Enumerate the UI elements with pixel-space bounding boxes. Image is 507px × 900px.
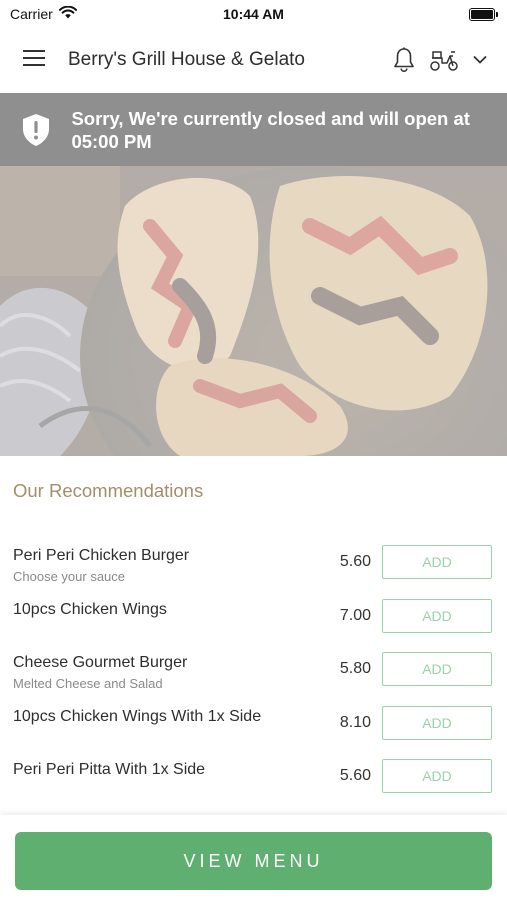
view-menu-button[interactable]: VIEW MENU (15, 832, 492, 890)
shield-alert-icon (0, 113, 71, 147)
list-item: Cheese Gourmet Burger Melted Cheese and … (0, 647, 507, 701)
menu-button[interactable] (0, 28, 68, 92)
bell-icon[interactable] (393, 47, 415, 73)
item-price: 5.60 (339, 767, 371, 784)
status-bar: Carrier 10:44 AM (0, 0, 507, 28)
item-description: Melted Cheese and Salad (13, 676, 163, 691)
bottom-bar: VIEW MENU (0, 815, 507, 900)
item-name: Peri Peri Pitta With 1x Side (13, 761, 206, 778)
add-button[interactable]: ADD (382, 598, 492, 633)
battery-icon (469, 7, 498, 21)
item-description: Choose your sauce (13, 569, 126, 584)
header-actions (393, 47, 507, 73)
item-price: 7.00 (339, 606, 371, 624)
item-name: Peri Peri Chicken Burger (13, 547, 190, 564)
item-name: 10pcs Chicken Wings (13, 600, 167, 618)
closed-banner: Sorry, We're currently closed and will o… (0, 93, 507, 166)
item-price: 5.60 (339, 553, 371, 570)
item-name: Cheese Gourmet Burger (13, 654, 188, 671)
list-item: 10pcs Chicken Wings With 1x Side 8.10 AD… (0, 701, 507, 755)
list-item: 10pcs Chicken Wings 7.00 ADD (0, 594, 507, 648)
item-price: 8.10 (339, 713, 371, 731)
app-header: Berry's Grill House & Gelato (0, 28, 507, 92)
status-time: 10:44 AM (223, 6, 284, 22)
recommendations-list: Peri Peri Chicken Burger Choose your sau… (0, 540, 507, 808)
item-name: 10pcs Chicken Wings With 1x Side (13, 707, 262, 725)
add-button[interactable]: ADD (382, 545, 492, 579)
hero-food-image (0, 166, 507, 456)
closed-message: Sorry, We're currently closed and will o… (71, 107, 470, 152)
restaurant-title: Berry's Grill House & Gelato (68, 49, 305, 70)
add-button[interactable]: ADD (382, 759, 492, 793)
item-price: 5.80 (339, 660, 371, 677)
hamburger-menu-icon (23, 49, 45, 71)
recommendations-title: Our Recommendations (13, 480, 204, 501)
add-button[interactable]: ADD (382, 705, 492, 740)
list-item: Peri Peri Pitta With 1x Side 5.60 ADD (0, 754, 507, 808)
list-item: Peri Peri Chicken Burger Choose your sau… (0, 540, 507, 594)
chevron-down-icon[interactable] (473, 55, 487, 65)
scooter-icon[interactable] (429, 48, 459, 72)
add-button[interactable]: ADD (382, 652, 492, 686)
